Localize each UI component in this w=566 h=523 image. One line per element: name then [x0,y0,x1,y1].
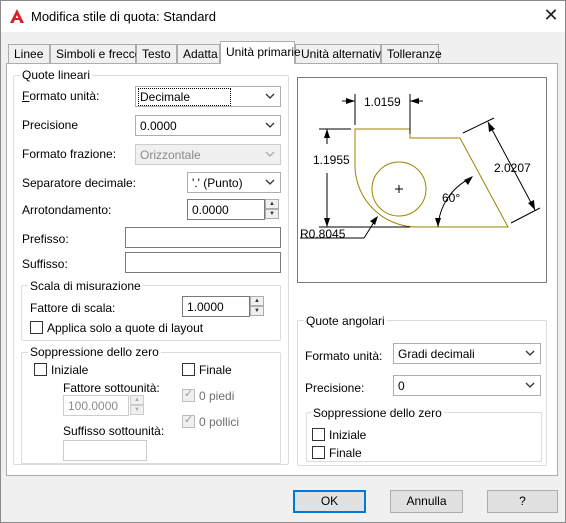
tab-fit[interactable]: Adatta [177,44,220,63]
zero-inches-label: 0 pollici [199,415,240,429]
prefix-input[interactable] [125,227,281,248]
prefix-label: Prefisso: [22,232,69,246]
precision-label: Precisione [22,118,79,132]
ok-button[interactable]: OK [293,490,366,513]
fraction-format-value: Orizzontale [140,148,201,162]
chevron-down-icon [525,350,535,356]
zero-feet-label: 0 piedi [199,389,235,403]
help-button[interactable]: ? [487,490,558,513]
dim-text-top: 1.0159 [364,95,401,109]
sub-units-suffix-input[interactable] [63,440,147,461]
trailing-zero-checkbox[interactable] [182,363,195,376]
angular-precision-label: Precisione: [305,381,365,395]
tab-symbols-arrows[interactable]: Simboli e frecce [50,44,141,63]
tab-alternate-units[interactable]: Unità alternative [295,44,388,63]
chevron-down-icon [265,93,275,99]
close-icon[interactable]: ✕ [539,5,563,27]
suffix-input[interactable] [125,252,281,273]
preview-drawing: 1.0159 1.1955 2.0207 60° R0.8045 [300,94,541,241]
angular-trailing-zero-label: Finale [329,446,362,460]
window-title: Modifica stile di quota: Standard [31,9,216,24]
unit-format-select[interactable]: Decimale [135,86,281,107]
dim-text-angle: 60° [442,191,460,205]
tab-primary-units[interactable]: Unità primarie [220,41,301,64]
angular-precision-value: 0 [398,379,405,393]
dim-text-left: 1.1955 [313,153,350,167]
tab-label: Simboli e frecce [56,47,142,61]
sub-units-suffix-label: Suffisso sottounità: [63,424,165,438]
trailing-zero-label: Finale [199,363,232,377]
precision-value: 0.0000 [140,119,177,133]
decimal-separator-select[interactable]: '.' (Punto) [187,172,281,193]
angular-leading-zero-checkbox[interactable] [312,428,325,441]
tab-lines[interactable]: Linee [8,44,50,63]
tab-label: Unità primarie [226,45,301,59]
tab-label: Adatta [183,47,218,61]
sub-units-factor-input[interactable]: 100.0000 [63,395,129,416]
chevron-down-icon [265,122,275,128]
angular-dimensions-title: Quote angolari [304,314,387,328]
spin-down-icon[interactable]: ▼ [130,405,144,415]
tab-label: Testo [142,47,171,61]
check-mark-icon: ✓ [184,413,194,426]
angular-unit-format-select[interactable]: Gradi decimali [393,343,541,364]
tab-label: Tolleranze [387,47,442,61]
scale-factor-value: 1.0000 [187,300,224,314]
spin-up-icon[interactable]: ▲ [130,395,144,405]
scale-factor-label: Fattore di scala: [30,301,116,315]
roundoff-input[interactable]: 0.0000 [187,199,265,220]
angular-unit-format-value: Gradi decimali [398,347,475,361]
fraction-format-select[interactable]: Orizzontale [135,144,281,165]
angular-unit-format-label: Formato unità: [305,349,383,363]
sub-units-factor-label: Fattore sottounità: [63,381,160,395]
spin-down-icon[interactable]: ▼ [250,306,264,316]
tab-text[interactable]: Testo [136,44,177,63]
angular-precision-select[interactable]: 0 [393,375,541,396]
fraction-format-label: Formato frazione: [22,147,117,161]
suffix-label: Suffisso: [22,257,68,271]
zero-inches-checkbox[interactable]: ✓ [182,413,195,428]
leading-zero-checkbox[interactable] [34,363,47,376]
tab-label: Unità alternative [301,47,388,61]
chevron-down-icon [265,151,275,157]
chevron-down-icon [525,382,535,388]
sub-units-factor-value: 100.0000 [68,399,119,413]
dimension-preview: 1.0159 1.1955 2.0207 60° R0.8045 [297,77,547,283]
chevron-down-icon [265,179,275,185]
unit-format-value: Decimale [137,88,232,106]
scale-factor-input[interactable]: 1.0000 [182,296,250,317]
angular-trailing-zero-checkbox[interactable] [312,446,325,459]
decimal-separator-label: Separatore decimale: [22,176,137,190]
layout-only-label: Applica solo a quote di layout [47,321,204,335]
unit-format-label: Formato unità: [22,89,100,103]
autocad-logo-icon [10,9,24,23]
roundoff-label: Arrotondamento: [22,203,112,217]
decimal-separator-value: '.' (Punto) [192,176,243,190]
sub-units-factor-spinner[interactable]: ▲ ▼ [130,395,144,416]
angular-zero-suppression-title: Soppressione dello zero [311,406,444,420]
linear-dimensions-title: Quote lineari [20,68,93,82]
dialog-window: Modifica stile di quota: Standard ✕ Line… [0,0,566,523]
title-bar: Modifica stile di quota: Standard ✕ [1,1,565,32]
check-mark-icon: ✓ [184,387,194,400]
tab-tolerances[interactable]: Tolleranze [381,44,442,63]
precision-select[interactable]: 0.0000 [135,115,281,136]
layout-only-checkbox[interactable] [30,321,43,334]
roundoff-spinner[interactable]: ▲ ▼ [265,199,279,220]
dim-text-right: 2.0207 [494,161,531,175]
cancel-button[interactable]: Annulla [390,490,463,513]
leading-zero-label: Iniziale [51,363,89,377]
tab-label: Linee [14,47,44,61]
roundoff-value: 0.0000 [192,203,229,217]
spin-up-icon[interactable]: ▲ [250,296,264,306]
dim-text-radius: R0.8045 [300,227,346,241]
zero-suppression-title: Soppressione dello zero [28,345,161,359]
measurement-scale-title: Scala di misurazione [28,279,143,293]
angular-leading-zero-label: Iniziale [329,428,367,442]
spin-down-icon[interactable]: ▼ [265,209,279,219]
zero-feet-checkbox[interactable]: ✓ [182,387,195,402]
scale-factor-spinner[interactable]: ▲ ▼ [250,296,264,317]
spin-up-icon[interactable]: ▲ [265,199,279,209]
